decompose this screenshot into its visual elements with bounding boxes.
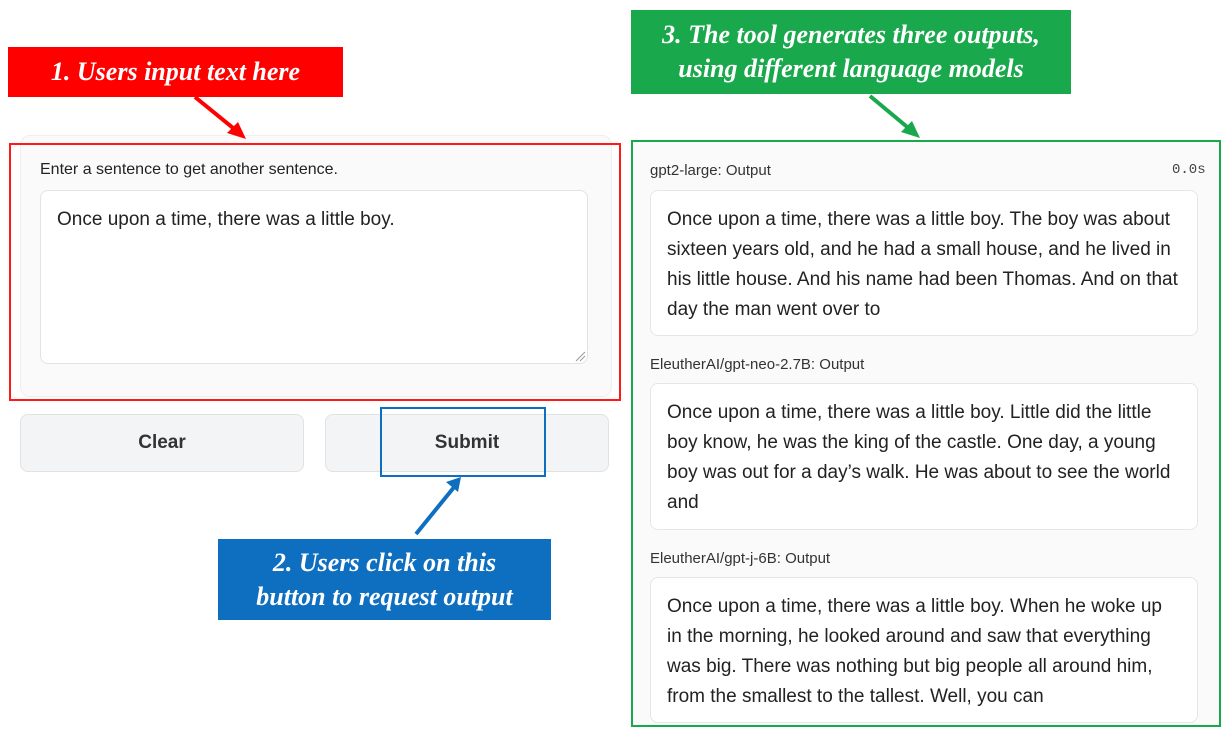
output-box-gpt2: Once upon a time, there was a little boy…	[650, 190, 1198, 336]
callout-step-1: 1. Users input text here	[8, 47, 343, 97]
blue-arrow-icon	[414, 477, 461, 536]
input-label: Enter a sentence to get another sentence…	[40, 161, 338, 178]
callout-step-3-line-2: using different language models	[678, 54, 1024, 83]
callout-step-3: 3. The tool generates three outputs, usi…	[631, 10, 1071, 94]
resize-handle-icon[interactable]	[574, 350, 586, 362]
clear-button[interactable]: Clear	[20, 414, 304, 472]
output-box-gpt-neo: Once upon a time, there was a little boy…	[650, 383, 1198, 530]
timer-readout: 0.0s	[1172, 162, 1206, 178]
callout-step-3-line-1: 3. The tool generates three outputs,	[662, 20, 1040, 49]
sentence-input[interactable]: Once upon a time, there was a little boy…	[40, 190, 588, 364]
callout-step-2-line-1: 2. Users click on this	[272, 547, 497, 577]
output-label-gpt-neo: EleutherAI/gpt-neo-2.7B: Output	[650, 356, 865, 373]
output-label-gpt-j: EleutherAI/gpt-j-6B: Output	[650, 550, 831, 567]
callout-step-2-line-2: button to request output	[256, 581, 513, 611]
callout-step-1-text: 1. Users input text here	[50, 57, 301, 86]
output-box-gpt-j: Once upon a time, there was a little boy…	[650, 577, 1198, 723]
submit-button[interactable]: Submit	[325, 414, 609, 472]
red-arrow-icon	[193, 95, 246, 139]
output-label-gpt2: gpt2-large: Output	[650, 162, 771, 179]
callout-step-2: 2. Users click on this button to request…	[218, 539, 551, 620]
green-arrow-icon	[868, 94, 920, 138]
